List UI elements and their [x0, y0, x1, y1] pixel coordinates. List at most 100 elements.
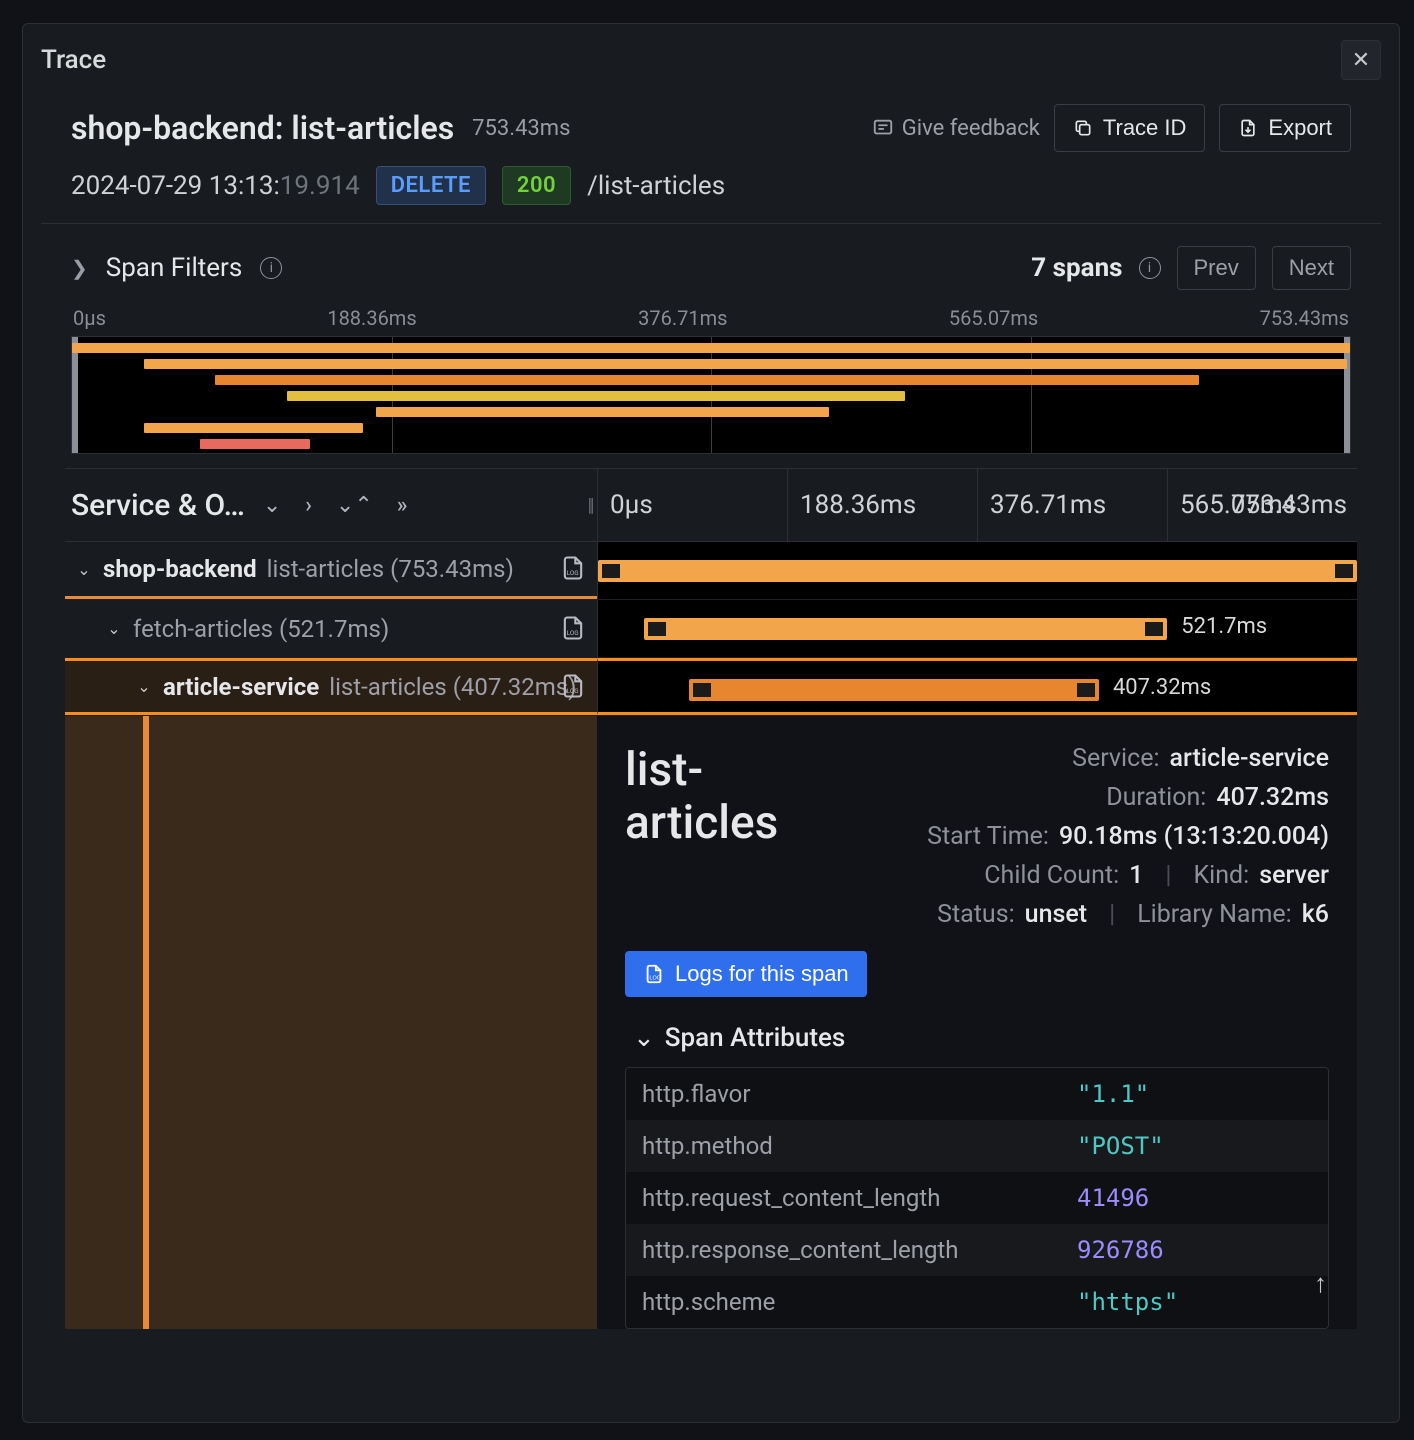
export-icon [1238, 118, 1258, 138]
chevron-down-icon[interactable]: ⌄ [75, 560, 93, 579]
attr-value: 41496 [1077, 1184, 1312, 1212]
panel-title: Trace [41, 45, 106, 75]
copy-icon [1073, 118, 1093, 138]
span-filters-row: ❯ Span Filters i 7 spans i Prev Next [41, 224, 1381, 306]
logs-icon[interactable]: LOG [559, 672, 589, 702]
span-operation: list-articles (407.32ms) [329, 673, 576, 701]
chevron-down-icon[interactable]: ⌄ [135, 677, 153, 696]
svg-text:LOG: LOG [567, 569, 579, 577]
span-count: 7 spans [1031, 253, 1122, 283]
minimap-span-bar [144, 359, 1348, 369]
span-row-label[interactable]: ⌄ article-service list-articles (407.32ms)… [65, 658, 597, 715]
chevron-down-icon[interactable]: ⌄ [263, 493, 281, 518]
span-detail-panel: list-articles Service: article-service D… [597, 716, 1357, 1329]
trace-id-label: Trace ID [1103, 115, 1187, 141]
attr-value: "1.1" [1077, 1080, 1312, 1108]
chevron-right-icon[interactable]: ❯ [71, 256, 88, 280]
feedback-label: Give feedback [902, 116, 1040, 141]
span-service: article-service [163, 673, 319, 701]
span-detail-gutter [65, 716, 597, 1329]
time-tick: 0µs [597, 469, 787, 541]
export-button[interactable]: Export [1219, 104, 1351, 152]
minimap-span-bar [200, 439, 310, 449]
span-row[interactable]: ⌄shop-backendlist-articles (753.43ms)LOG [65, 542, 1357, 600]
trace-panel: Trace ✕ shop-backend: list-articles 753.… [22, 23, 1400, 1423]
span-rows: ⌄shop-backendlist-articles (753.43ms)LOG… [65, 542, 1357, 716]
attr-value: "https" [1077, 1288, 1312, 1316]
export-label: Export [1268, 115, 1332, 141]
logs-icon: LOG [643, 963, 665, 985]
give-feedback-link[interactable]: Give feedback [872, 116, 1040, 141]
attr-value: 926786 [1077, 1236, 1312, 1264]
tick-label: 188.36ms [327, 306, 416, 330]
span-row[interactable]: ⌄fetch-articles (521.7ms)LOG521.7ms [65, 600, 1357, 658]
next-button[interactable]: Next [1272, 246, 1351, 290]
svg-text:LOG: LOG [649, 976, 661, 982]
span-bar [689, 679, 1099, 701]
column-resize-handle[interactable]: || [583, 469, 597, 541]
attribute-row: http.method"POST" [626, 1120, 1328, 1172]
attr-value: "POST" [1077, 1132, 1312, 1160]
method-badge: DELETE [376, 166, 486, 205]
span-attributes-table: http.flavor"1.1"http.method"POST"http.re… [625, 1067, 1329, 1329]
tick-label: 0µs [73, 306, 106, 330]
request-path: /list-articles [587, 171, 725, 201]
minimap-span-bar [72, 343, 1350, 353]
trace-id-button[interactable]: Trace ID [1054, 104, 1206, 152]
minimap-area[interactable] [71, 336, 1351, 454]
double-chevron-icon[interactable]: » [397, 493, 408, 518]
minimap-ticks: 0µs 188.36ms 376.71ms 565.07ms 753.43ms [71, 306, 1351, 336]
span-detail-meta: Service: article-service Duration: 407.3… [855, 744, 1329, 929]
prev-button[interactable]: Prev [1177, 246, 1256, 290]
info-icon[interactable]: i [260, 257, 282, 279]
span-bar [598, 560, 1357, 582]
chevron-down-icon[interactable]: ⌄ [105, 619, 123, 638]
service-op-label: Service & O… [71, 488, 245, 523]
minimap-span-bar [144, 423, 364, 433]
time-tick: 376.71ms [977, 469, 1167, 541]
trace-header: shop-backend: list-articles 753.43ms Giv… [41, 94, 1381, 224]
close-button[interactable]: ✕ [1341, 40, 1381, 80]
span-detail-title: list-articles [625, 744, 815, 929]
span-bar-label: 407.32ms [1113, 675, 1211, 700]
span-attributes-header[interactable]: ⌄ Span Attributes [625, 1023, 1329, 1053]
span-row-label[interactable]: ⌄shop-backendlist-articles (753.43ms)LOG [65, 542, 597, 599]
span-service: shop-backend [103, 555, 257, 583]
scroll-to-top-button[interactable]: ↑ [1314, 1268, 1327, 1299]
minimap: 0µs 188.36ms 376.71ms 565.07ms 753.43ms [71, 306, 1351, 454]
columns-header: Service & O… ⌄ › ⌄⌃ » || 0µs 188.36ms 37… [65, 468, 1357, 542]
info-icon[interactable]: i [1139, 257, 1161, 279]
attr-key: http.request_content_length [642, 1184, 1077, 1212]
service-operation-header[interactable]: Service & O… ⌄ › ⌄⌃ » [65, 469, 583, 541]
minimap-span-bar [215, 375, 1199, 385]
span-filters-label: Span Filters [106, 253, 243, 283]
time-tick: 188.36ms [787, 469, 977, 541]
collapse-icon[interactable]: ⌄⌃ [336, 493, 373, 518]
attribute-row: http.scheme"https" [626, 1276, 1328, 1328]
attr-key: http.method [642, 1132, 1077, 1160]
tick-label: 565.07ms [949, 306, 1038, 330]
trace-name: shop-backend: list-articles [71, 109, 454, 147]
timestamp: 2024-07-29 13:13:19.914 [71, 171, 360, 201]
span-row-label[interactable]: ⌄ fetch-articles (521.7ms) LOG [65, 600, 597, 657]
logs-for-span-button[interactable]: LOG Logs for this span [625, 951, 867, 997]
minimap-span-bar [376, 407, 828, 417]
chevron-down-icon: ⌄ [633, 1023, 655, 1053]
span-row[interactable]: ⌄ article-service list-articles (407.32ms)… [65, 658, 1357, 716]
attribute-row: http.flavor"1.1" [626, 1068, 1328, 1120]
svg-text:LOG: LOG [567, 687, 579, 695]
logs-btn-label: Logs for this span [675, 961, 849, 987]
logs-icon[interactable]: LOG [559, 554, 589, 584]
status-badge: 200 [502, 166, 571, 205]
span-row-timeline: 407.32ms [597, 658, 1357, 715]
chevron-right-icon[interactable]: › [305, 493, 312, 518]
time-columns: 0µs 188.36ms 376.71ms 565.07ms 753.43ms [597, 469, 1357, 541]
tick-label: 753.43ms [1260, 306, 1349, 330]
panel-titlebar: Trace ✕ [23, 24, 1399, 94]
minimap-span-bar [287, 391, 906, 401]
logs-icon[interactable]: LOG [559, 614, 589, 644]
attr-key: http.flavor [642, 1080, 1077, 1108]
close-icon: ✕ [1352, 48, 1370, 73]
attr-key: http.response_content_length [642, 1236, 1077, 1264]
span-operation: fetch-articles (521.7ms) [133, 615, 389, 643]
